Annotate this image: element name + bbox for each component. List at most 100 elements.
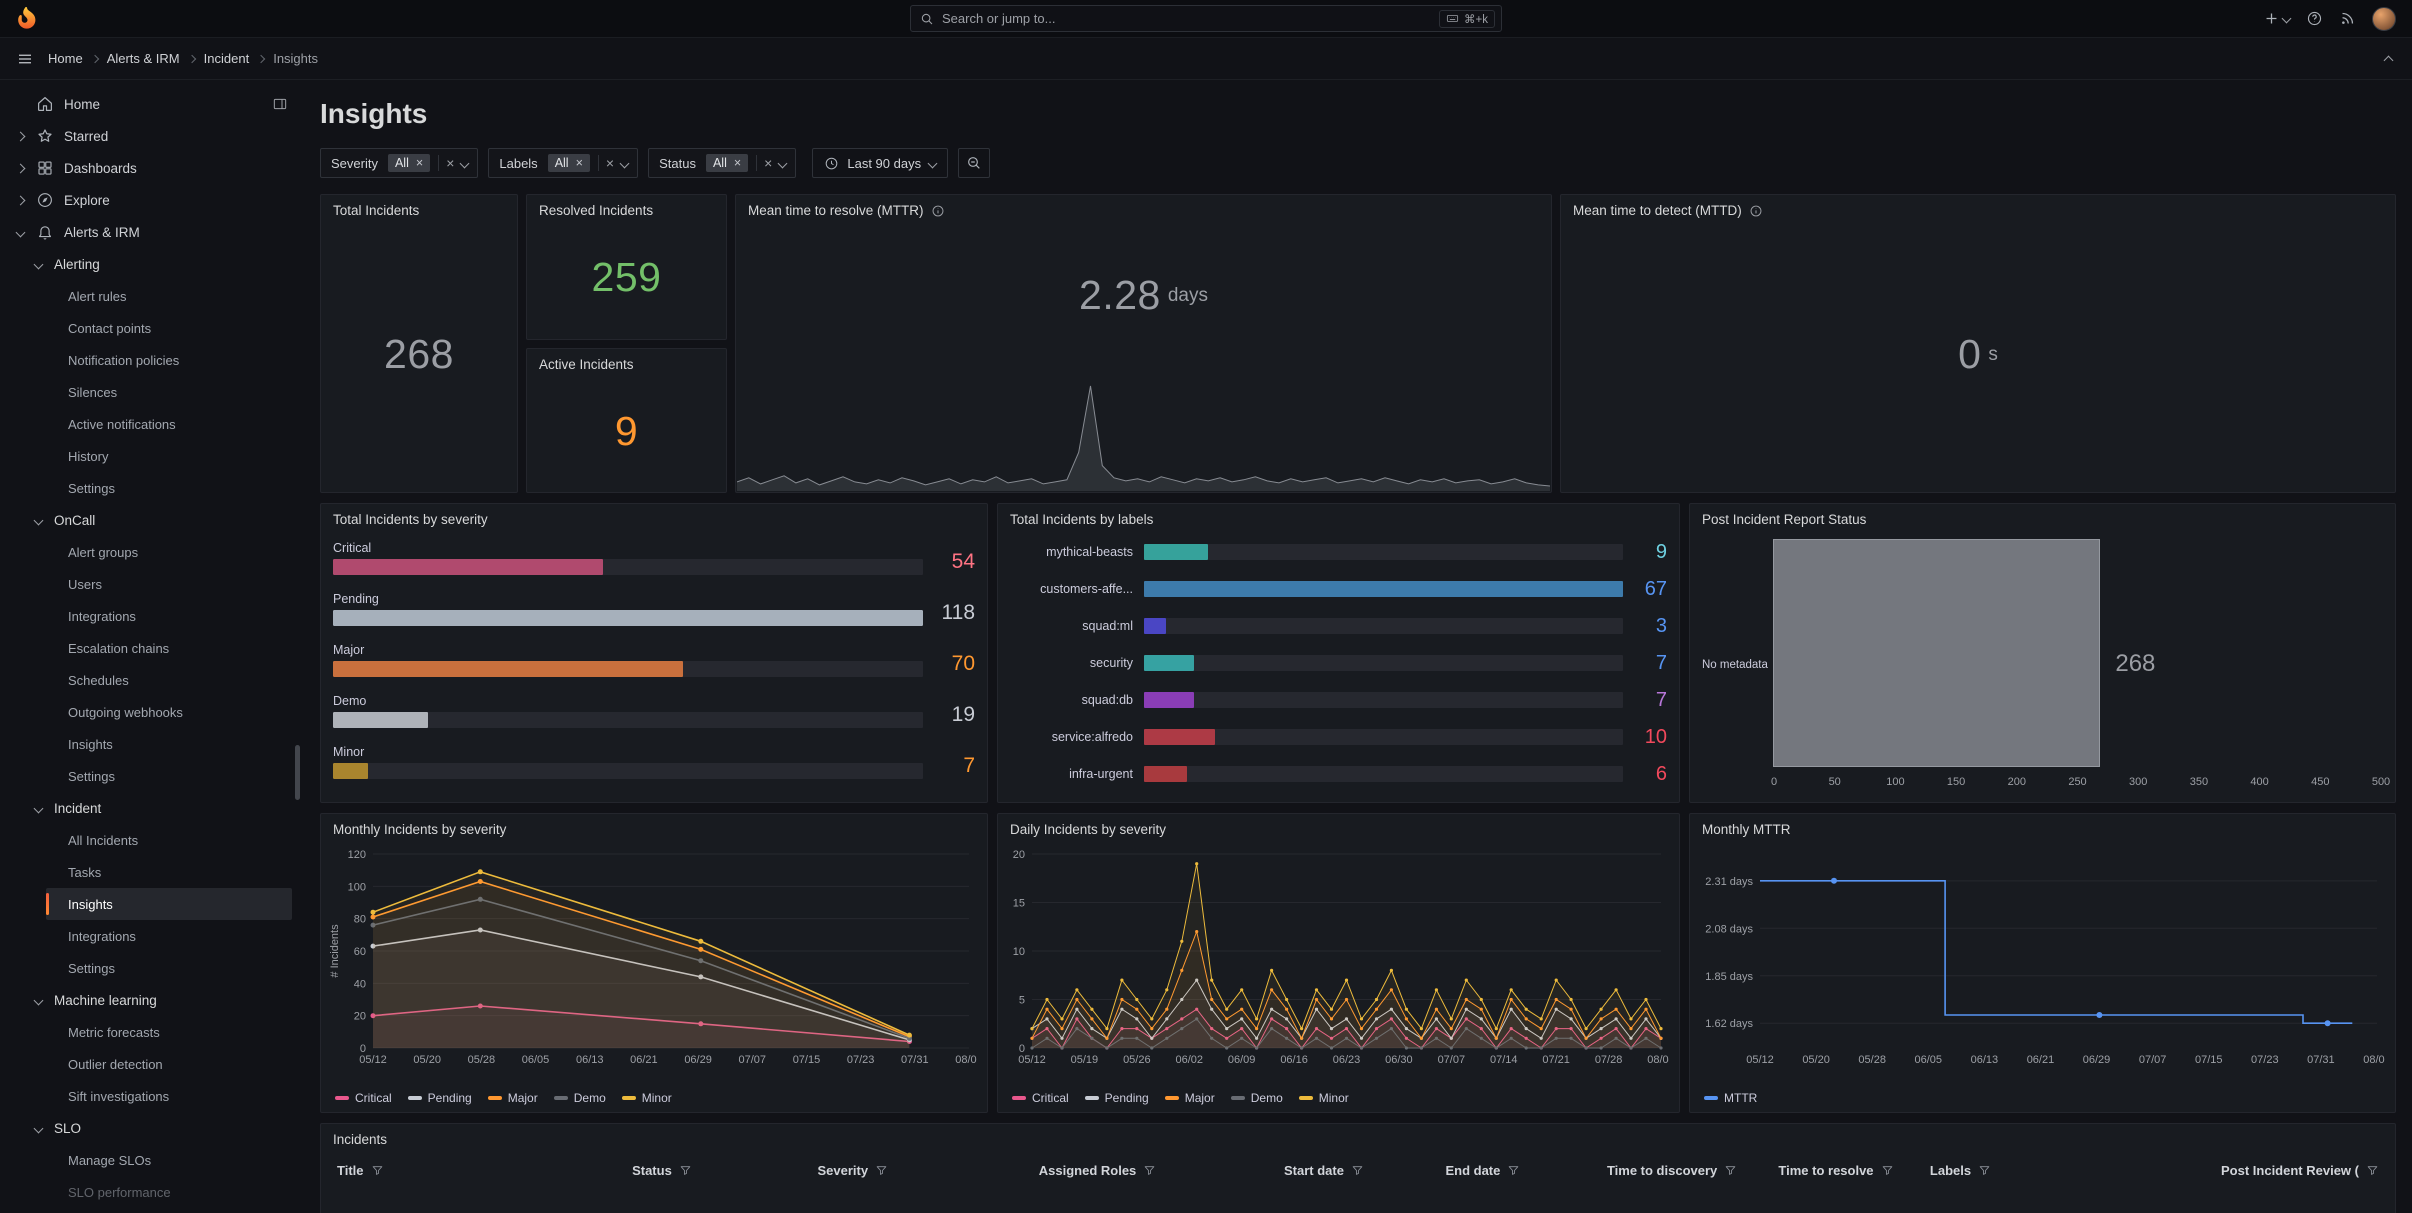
legend-item-demo[interactable]: Demo (1231, 1091, 1283, 1105)
sidebar-item-insights[interactable]: Insights (46, 728, 302, 760)
filter-selected-chip[interactable]: All× (706, 154, 748, 172)
panel-title[interactable]: Active Incidents (539, 357, 714, 372)
sidebar-item-sift-investigations[interactable]: Sift investigations (46, 1080, 302, 1112)
table-column-start-date[interactable]: Start date (1284, 1163, 1445, 1178)
filter-funnel-icon[interactable] (1724, 1164, 1737, 1177)
sidebar-item-outgoing-webhooks[interactable]: Outgoing webhooks (46, 696, 302, 728)
sidebar-item-settings[interactable]: Settings (46, 472, 302, 504)
sidebar-item-insights[interactable]: Insights (46, 888, 292, 920)
sidebar-item-escalation-chains[interactable]: Escalation chains (46, 632, 302, 664)
sidebar-item-schedules[interactable]: Schedules (46, 664, 302, 696)
panel-title[interactable]: Mean time to resolve (MTTR) (748, 203, 1539, 218)
search-bar[interactable]: Search or jump to... ⌘+k (910, 5, 1502, 32)
panel-title[interactable]: Monthly Incidents by severity (333, 822, 975, 837)
legend-item-minor[interactable]: Minor (622, 1091, 672, 1105)
filter-severity[interactable]: SeverityAll×× (320, 148, 478, 178)
sidebar-item-contact-points[interactable]: Contact points (46, 312, 302, 344)
zoom-out-button[interactable] (958, 148, 990, 178)
legend-item-critical[interactable]: Critical (335, 1091, 392, 1105)
filter-funnel-icon[interactable] (1881, 1164, 1894, 1177)
panel-title[interactable]: Total Incidents by labels (1010, 512, 1667, 527)
clear-filter-icon[interactable]: × (599, 155, 621, 171)
sidebar-item-slo-performance[interactable]: SLO performance (46, 1176, 302, 1208)
help-button[interactable] (2306, 10, 2323, 27)
filter-selected-chip[interactable]: All× (388, 154, 430, 172)
sidebar-item-alerts-irm[interactable]: Alerts & IRM (0, 216, 302, 248)
remove-chip-icon[interactable]: × (416, 156, 423, 170)
clear-filter-icon[interactable]: × (439, 155, 461, 171)
sidebar-item-silences[interactable]: Silences (46, 376, 302, 408)
breadcrumb-item-incident[interactable]: Incident (204, 51, 250, 66)
table-column-title[interactable]: Title (337, 1163, 632, 1178)
sidebar-item-manage-slos[interactable]: Manage SLOs (46, 1144, 302, 1176)
filter-labels[interactable]: LabelsAll×× (488, 148, 638, 178)
legend-item-major[interactable]: Major (488, 1091, 538, 1105)
sidebar-item-outlier-detection[interactable]: Outlier detection (46, 1048, 302, 1080)
sidebar-scrollbar[interactable] (295, 745, 300, 800)
filter-funnel-icon[interactable] (1978, 1164, 1991, 1177)
breadcrumb-item-alerts-irm[interactable]: Alerts & IRM (107, 51, 180, 66)
user-avatar[interactable] (2372, 7, 2396, 31)
remove-chip-icon[interactable]: × (734, 156, 741, 170)
legend-item-demo[interactable]: Demo (554, 1091, 606, 1105)
breadcrumb-item-insights[interactable]: Insights (273, 51, 318, 66)
sidebar-item-notification-policies[interactable]: Notification policies (46, 344, 302, 376)
remove-chip-icon[interactable]: × (576, 156, 583, 170)
info-icon[interactable] (1749, 204, 1763, 218)
sidebar-item-oncall[interactable]: OnCall (0, 504, 302, 536)
sidebar-item-history[interactable]: History (46, 440, 302, 472)
sidebar-item-starred[interactable]: Starred (0, 120, 302, 152)
sidebar-item-alert-rules[interactable]: Alert rules (46, 280, 302, 312)
chevron-down-icon[interactable] (460, 158, 470, 168)
sidebar-item-tasks[interactable]: Tasks (46, 856, 302, 888)
sidebar-item-incident[interactable]: Incident (0, 792, 302, 824)
panel-title[interactable]: Resolved Incidents (539, 203, 714, 218)
collapse-header-button[interactable] (2381, 47, 2396, 71)
sidebar-item-dashboards[interactable]: Dashboards (0, 152, 302, 184)
panel-title[interactable]: Total Incidents by severity (333, 512, 975, 527)
legend-item-minor[interactable]: Minor (1299, 1091, 1349, 1105)
table-column-end-date[interactable]: End date (1445, 1163, 1606, 1178)
filter-funnel-icon[interactable] (1507, 1164, 1520, 1177)
table-column-status[interactable]: Status (632, 1163, 817, 1178)
filter-funnel-icon[interactable] (679, 1164, 692, 1177)
sidebar-item-active-notifications[interactable]: Active notifications (46, 408, 302, 440)
sidebar-item-settings[interactable]: Settings (46, 760, 302, 792)
table-column-time-to-resolve[interactable]: Time to resolve (1778, 1163, 1930, 1178)
sidebar-item-slo[interactable]: SLO (0, 1112, 302, 1144)
panel-title[interactable]: Mean time to detect (MTTD) (1573, 203, 2383, 218)
sidebar-item-users[interactable]: Users (46, 568, 302, 600)
panel-title[interactable]: Incidents (333, 1132, 2383, 1147)
panel-title[interactable]: Total Incidents (333, 203, 505, 218)
sidebar-item-metric-forecasts[interactable]: Metric forecasts (46, 1016, 302, 1048)
filter-selected-chip[interactable]: All× (548, 154, 590, 172)
table-column-post-incident-review[interactable]: Post Incident Review ( (2221, 1163, 2379, 1178)
info-icon[interactable] (931, 204, 945, 218)
legend-item-pending[interactable]: Pending (1085, 1091, 1149, 1105)
sidebar-item-integrations[interactable]: Integrations (46, 600, 302, 632)
filter-status[interactable]: StatusAll×× (648, 148, 796, 178)
filter-funnel-icon[interactable] (1143, 1164, 1156, 1177)
sidebar-item-settings[interactable]: Settings (46, 952, 302, 984)
grafana-logo[interactable] (16, 7, 39, 30)
panel-title[interactable]: Post Incident Report Status (1702, 512, 2383, 527)
legend-item-mttr[interactable]: MTTR (1704, 1091, 1757, 1105)
sidebar-item-alerting[interactable]: Alerting (0, 248, 302, 280)
filter-funnel-icon[interactable] (1351, 1164, 1364, 1177)
sidebar-item-all-incidents[interactable]: All Incidents (46, 824, 302, 856)
legend-item-major[interactable]: Major (1165, 1091, 1215, 1105)
clear-filter-icon[interactable]: × (757, 155, 779, 171)
legend-item-critical[interactable]: Critical (1012, 1091, 1069, 1105)
news-button[interactable] (2339, 10, 2356, 27)
panel-title[interactable]: Monthly MTTR (1702, 822, 2383, 837)
filter-funnel-icon[interactable] (875, 1164, 888, 1177)
filter-funnel-icon[interactable] (2366, 1164, 2379, 1177)
sidebar-item-alert-groups[interactable]: Alert groups (46, 536, 302, 568)
table-column-labels[interactable]: Labels (1930, 1163, 2221, 1178)
breadcrumb-item-home[interactable]: Home (48, 51, 83, 66)
table-column-severity[interactable]: Severity (817, 1163, 1038, 1178)
legend-item-pending[interactable]: Pending (408, 1091, 472, 1105)
filter-funnel-icon[interactable] (371, 1164, 384, 1177)
chevron-down-icon[interactable] (620, 158, 630, 168)
sidebar-item-explore[interactable]: Explore (0, 184, 302, 216)
